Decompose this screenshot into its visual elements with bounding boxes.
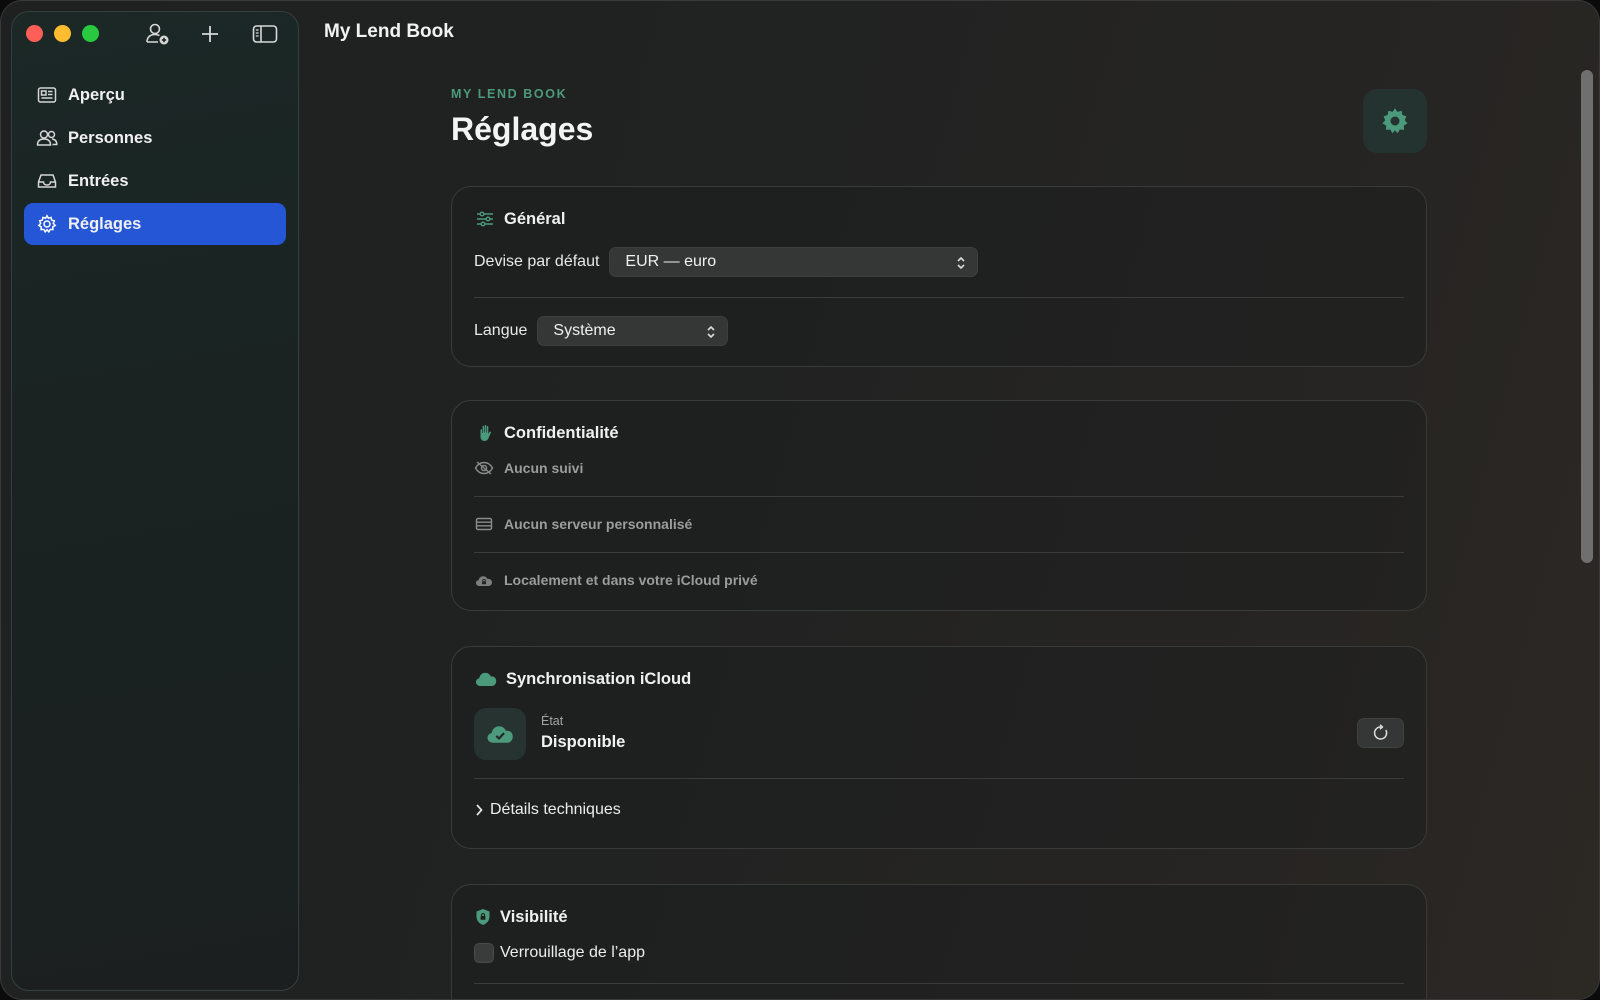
language-label: Langue xyxy=(474,322,528,339)
divider xyxy=(474,297,1404,298)
hand-raised-icon xyxy=(474,422,496,444)
sliders-icon xyxy=(474,208,496,230)
sidebar-item-label: Aperçu xyxy=(68,85,125,104)
visibility-card: Visibilité Verrouillage de l’app xyxy=(451,884,1427,999)
icloud-header: Synchronisation iCloud xyxy=(474,668,691,690)
visibility-header: Visibilité xyxy=(474,906,568,928)
sidebar-item-apercu[interactable]: Aperçu xyxy=(24,74,286,116)
cloud-icon xyxy=(474,668,498,690)
refresh-button[interactable] xyxy=(1357,718,1404,748)
sidebar-item-label: Personnes xyxy=(68,128,153,147)
language-row: Langue Système xyxy=(474,316,729,346)
server-icon xyxy=(474,516,494,532)
app-lock-row: Verrouillage de l’app xyxy=(474,943,645,963)
close-window-button[interactable] xyxy=(26,25,43,42)
visibility-title: Visibilité xyxy=(500,907,568,926)
tray-icon xyxy=(36,170,58,192)
chevron-right-icon xyxy=(476,804,483,816)
sidebar-item-entrees[interactable]: Entrées xyxy=(24,160,286,202)
privacy-item-label: Aucun suivi xyxy=(504,460,584,476)
minimize-window-button[interactable] xyxy=(54,25,71,42)
updown-chevron-icon xyxy=(707,325,715,339)
icloud-status-badge xyxy=(474,708,526,760)
newspaper-icon xyxy=(36,84,58,106)
privacy-card: Confidentialité Aucun suivi Aucun serveu… xyxy=(451,400,1427,611)
shield-lock-icon xyxy=(474,906,492,928)
currency-label: Devise par défaut xyxy=(474,253,600,270)
language-value: Système xyxy=(553,322,616,339)
currency-select[interactable]: EUR — euro xyxy=(609,247,979,277)
lock-cloud-icon xyxy=(474,572,494,588)
divider xyxy=(474,496,1404,497)
window-title: My Lend Book xyxy=(324,21,454,42)
privacy-header: Confidentialité xyxy=(474,422,619,444)
plus-icon xyxy=(202,26,218,42)
divider xyxy=(474,552,1404,553)
icloud-title: Synchronisation iCloud xyxy=(506,669,692,688)
divider xyxy=(474,778,1404,779)
general-header: Général xyxy=(474,208,565,230)
app-lock-checkbox[interactable] xyxy=(474,943,494,963)
app-window: Aperçu Personnes Entrées Réglages My Len… xyxy=(0,0,1600,1000)
page-title: Réglages xyxy=(451,111,594,147)
cloud-check-icon xyxy=(487,726,513,743)
divider xyxy=(474,983,1404,984)
sidebar: Aperçu Personnes Entrées Réglages xyxy=(11,11,299,991)
general-card: Général Devise par défaut EUR — euro Lan… xyxy=(451,186,1427,367)
settings-content: MY LEND BOOK Réglages Général Devise par… xyxy=(451,87,1427,999)
privacy-item: Localement et dans votre iCloud privé xyxy=(474,572,758,588)
sidebar-item-label: Entrées xyxy=(68,171,129,190)
status-label: État xyxy=(541,714,564,728)
general-title: Général xyxy=(504,209,566,228)
sidebar-item-reglages[interactable]: Réglages xyxy=(24,203,286,245)
currency-value: EUR — euro xyxy=(625,253,717,270)
add-person-icon xyxy=(146,23,169,45)
privacy-title: Confidentialité xyxy=(504,423,619,442)
privacy-item: Aucun serveur personnalisé xyxy=(474,516,692,532)
technical-details-disclosure[interactable]: Détails techniques xyxy=(474,801,621,819)
sidebar-nav: Aperçu Personnes Entrées Réglages xyxy=(24,74,286,246)
people-icon xyxy=(36,127,58,149)
privacy-item: Aucun suivi xyxy=(474,460,583,476)
add-person-button[interactable] xyxy=(143,21,173,47)
updown-chevron-icon xyxy=(957,256,965,270)
refresh-icon xyxy=(1373,724,1387,740)
privacy-item-label: Localement et dans votre iCloud privé xyxy=(504,572,758,588)
eye-slash-icon xyxy=(474,460,494,476)
technical-details-label: Détails techniques xyxy=(490,801,621,818)
add-entry-button[interactable] xyxy=(195,21,225,47)
status-value: Disponible xyxy=(541,733,626,751)
page-eyebrow: MY LEND BOOK xyxy=(451,87,568,101)
sidebar-item-personnes[interactable]: Personnes xyxy=(24,117,286,159)
gear-icon xyxy=(1382,108,1408,134)
language-select[interactable]: Système xyxy=(537,316,729,346)
gear-icon xyxy=(36,213,58,235)
sidebar-toggle-icon xyxy=(252,25,278,43)
toggle-sidebar-button[interactable] xyxy=(250,21,280,47)
settings-badge xyxy=(1363,89,1427,153)
privacy-item-label: Aucun serveur personnalisé xyxy=(504,516,693,532)
currency-row: Devise par défaut EUR — euro xyxy=(474,247,979,277)
sidebar-item-label: Réglages xyxy=(68,214,142,233)
zoom-window-button[interactable] xyxy=(82,25,99,42)
app-lock-label: Verrouillage de l’app xyxy=(500,944,645,961)
scrollbar-thumb[interactable] xyxy=(1581,70,1593,563)
icloud-sync-card: Synchronisation iCloud État Disponible D… xyxy=(451,646,1427,849)
